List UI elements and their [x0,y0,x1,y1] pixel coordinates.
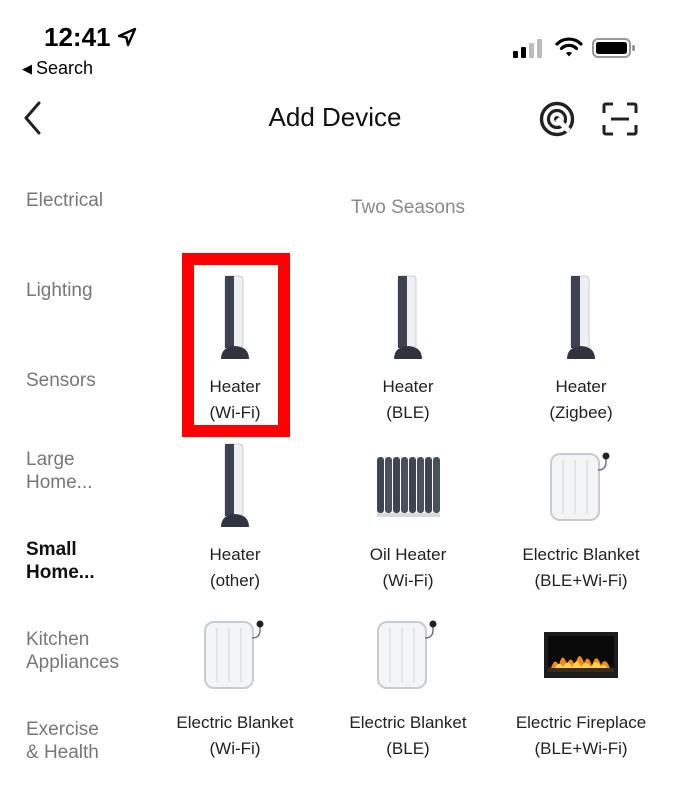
device-tile[interactable]: Electric Blanket (BLE+Wi-Fi) [501,438,661,608]
sidebar-item-label: Electrical [26,190,104,211]
electric-blanket-icon [204,620,264,689]
qr-scan-icon[interactable] [602,102,638,136]
device-tile[interactable]: Oil Heater (Wi-Fi) [328,438,488,608]
sidebar-item-label: Kitchen [26,629,90,650]
wifi-icon [555,37,583,57]
sidebar-item-electrical[interactable]: Electrical [26,189,166,212]
device-tile[interactable]: Heater (BLE) [328,270,488,440]
back-to-app-link[interactable]: ◀ Search [22,58,93,79]
device-variant: (BLE) [386,403,430,422]
device-tile[interactable]: Heater (Zigbee) [501,270,661,440]
sidebar-item-label: Appliances [26,652,119,673]
sidebar-item-label: Lighting [26,280,93,301]
electric-fireplace-icon [544,632,618,678]
device-name: Heater [209,545,261,564]
device-tile[interactable]: Electric Blanket (BLE) [328,606,488,776]
sidebar-item-large-home[interactable]: Large Home... [26,448,166,494]
device-variant: (Wi-Fi) [382,571,434,590]
highlight-box [182,253,290,437]
device-name: Oil Heater [369,545,447,564]
device-name: Electric Blanket [349,713,467,732]
status-time: 12:41 [44,22,111,52]
device-variant: (BLE) [386,739,430,758]
tower-heater-icon [394,275,422,359]
device-name: Heater [555,377,607,396]
device-variant: (Zigbee) [549,403,613,422]
battery-icon [592,38,635,58]
device-name: Electric Blanket [522,545,640,564]
device-tile[interactable]: Heater (other) [155,438,315,608]
sidebar-item-lighting[interactable]: Lighting [26,279,166,302]
electric-blanket-icon [377,620,437,689]
tower-heater-icon [221,443,249,527]
device-tile[interactable]: Electric Fireplace (BLE+Wi-Fi) [501,606,661,776]
device-variant: (BLE+Wi-Fi) [534,739,628,758]
cellular-signal-icon [513,39,542,58]
status-bar: 12:41 ◀ Search [0,0,694,84]
device-variant: (BLE+Wi-Fi) [534,571,628,590]
device-name: Electric Blanket [176,713,294,732]
auto-scan-target-icon[interactable] [538,100,576,138]
device-name: Electric Fireplace [515,713,647,732]
device-variant: (other) [209,571,261,590]
electric-blanket-icon [550,452,610,521]
location-arrow-icon [117,27,137,47]
sidebar-item-label: Home... [26,472,93,493]
device-name: Heater [382,377,434,396]
oil-heater-icon [377,457,440,517]
sidebar-item-label: Large [26,449,75,470]
back-triangle-icon: ◀ [22,61,32,76]
section-title: Two Seasons [350,197,466,218]
sidebar-item-kitchen-appliances[interactable]: Kitchen Appliances [26,628,166,674]
device-tile[interactable]: Electric Blanket (Wi-Fi) [155,606,315,776]
tower-heater-icon [567,275,595,359]
back-to-app-label: Search [36,58,94,78]
device-variant: (Wi-Fi) [209,739,261,758]
